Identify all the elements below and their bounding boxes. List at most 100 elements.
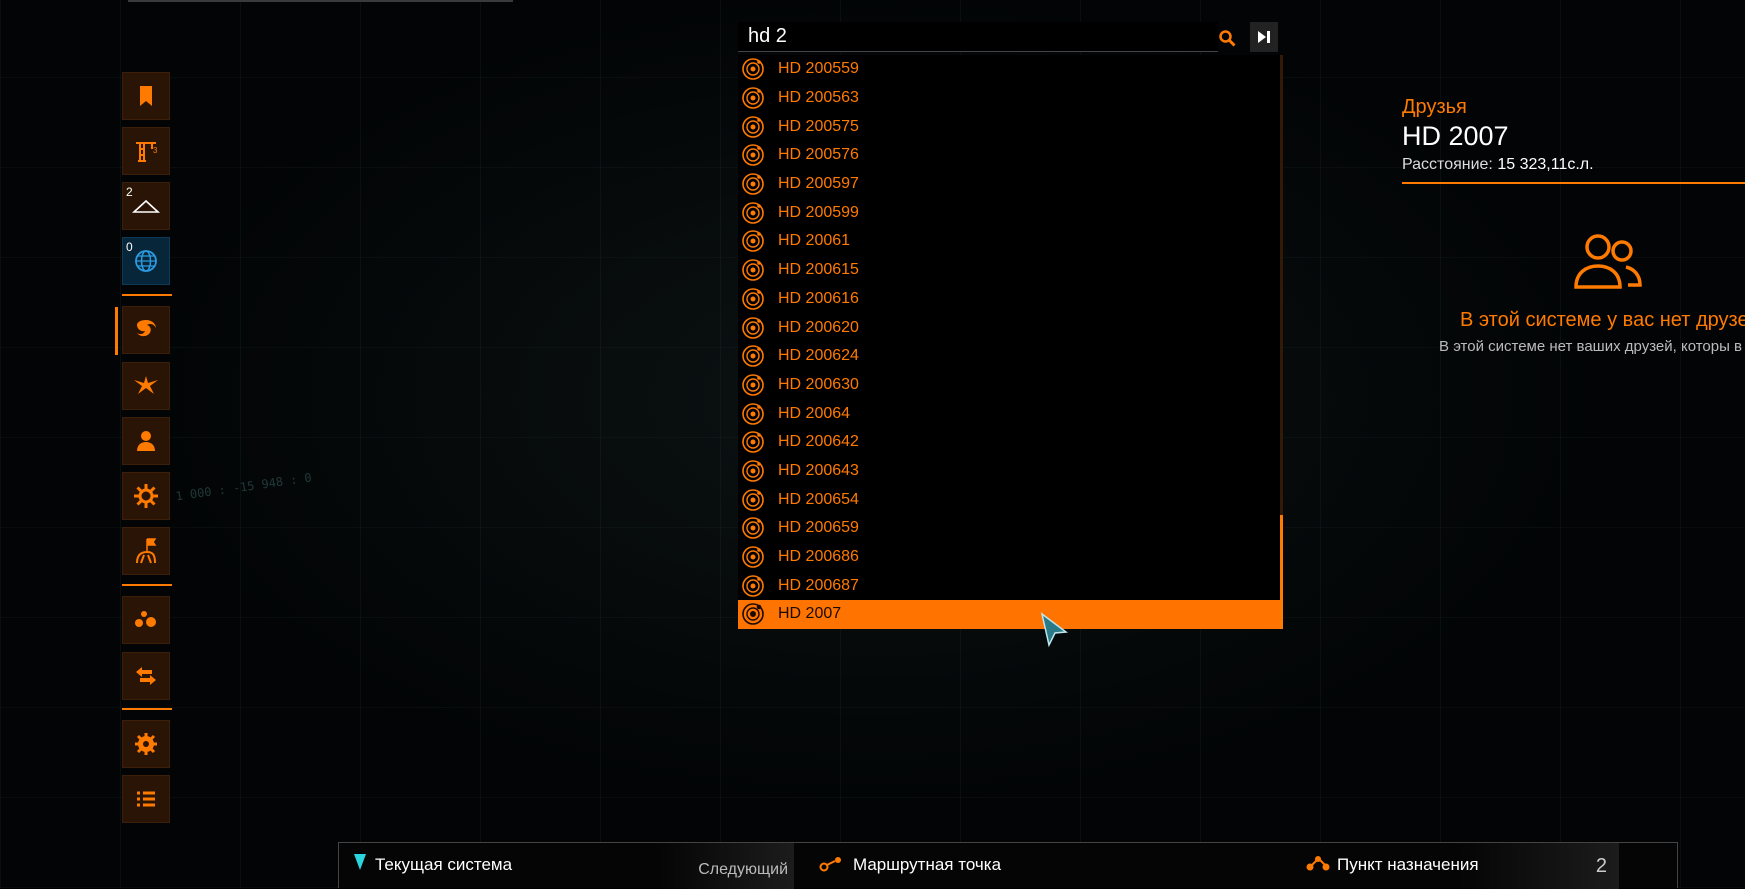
search-result-item[interactable]: HD 200686 <box>738 543 1280 572</box>
nav-list-button[interactable] <box>122 775 170 823</box>
search-result-item[interactable]: HD 200616 <box>738 285 1280 314</box>
no-friends-title: В этой системе у вас нет друзе <box>1460 309 1745 331</box>
search-result-item[interactable]: HD 200615 <box>738 256 1280 285</box>
search-button[interactable] <box>1214 25 1240 51</box>
search-result-item[interactable]: HD 200659 <box>738 514 1280 543</box>
star-system-icon <box>742 87 764 109</box>
search-result-label: HD 20061 <box>778 232 851 250</box>
search-result-label: HD 20064 <box>778 404 851 422</box>
nav-separator <box>122 584 172 586</box>
next-button[interactable]: Следующий <box>659 843 794 889</box>
star-system-icon <box>742 173 764 195</box>
search-result-label: HD 200616 <box>778 289 859 307</box>
next-label: Следующий <box>698 861 788 878</box>
search-result-item[interactable]: HD 200687 <box>738 571 1280 600</box>
search-result-item[interactable]: HD 200654 <box>738 485 1280 514</box>
search-result-item[interactable]: HD 200599 <box>738 198 1280 227</box>
wings-icon <box>134 376 158 394</box>
crane-icon: 3 <box>136 142 158 162</box>
search-result-selected[interactable]: HD 2007 <box>738 600 1280 629</box>
search-result-label: HD 200686 <box>778 548 859 566</box>
nav-powerplay-button[interactable] <box>122 362 170 410</box>
no-friends-text: В этой системе нет ваших друзей, которы … <box>1439 338 1745 355</box>
search-result-item[interactable]: HD 200563 <box>738 84 1280 113</box>
nav-transfer-button[interactable] <box>122 652 170 700</box>
star-system-icon <box>742 115 764 138</box>
list-icon <box>137 791 155 807</box>
star-system-icon <box>742 259 764 281</box>
nav-construction-button[interactable]: 3 <box>122 127 170 175</box>
search-result-label: HD 200559 <box>778 60 859 78</box>
nav-surface-button[interactable]: 2 <box>122 182 170 230</box>
route-count-box: 2 <box>1459 843 1619 889</box>
nav-station-button[interactable] <box>122 527 170 575</box>
star-system-icon <box>742 58 764 81</box>
search-result-item[interactable]: HD 200642 <box>738 428 1280 457</box>
nav-galaxy-map-button[interactable] <box>115 306 170 355</box>
waypoint-icon <box>819 857 841 872</box>
settings-icon <box>135 733 157 755</box>
current-system-label: Текущая система <box>375 855 513 874</box>
star-system-icon <box>742 316 764 339</box>
star-system-icon <box>742 460 764 482</box>
skip-to-end-button[interactable] <box>1250 22 1278 52</box>
search-result-label: HD 2007 <box>778 605 842 623</box>
search-result-label: HD 200687 <box>778 576 859 594</box>
search-result-item[interactable]: HD 200597 <box>738 170 1280 199</box>
dome-icon <box>131 199 161 213</box>
top-divider <box>128 0 513 2</box>
swap-arrows-icon <box>136 667 156 685</box>
destination-label: Пункт назначения <box>1337 855 1479 874</box>
mouse-cursor-icon <box>1040 612 1069 648</box>
system-search <box>738 22 1278 52</box>
distance-value: 15 323,11с.л. <box>1497 156 1594 173</box>
search-result-item[interactable]: HD 20061 <box>738 227 1280 256</box>
distance-label: Расстояние: <box>1402 156 1493 173</box>
panel-divider <box>1402 182 1745 184</box>
star-system-icon <box>742 288 764 310</box>
search-result-label: HD 200630 <box>778 375 859 393</box>
distance-row: Расстояние: 15 323,11с.л. <box>1402 156 1745 174</box>
search-results-list: HD 200559 HD 200563 HD 200575 HD 200576 HD 2… <box>738 55 1283 629</box>
nav-badge: 2 <box>126 185 133 199</box>
search-result-item[interactable]: HD 200559 <box>738 55 1280 84</box>
nav-bookmarks-button[interactable] <box>122 72 170 120</box>
search-result-item[interactable]: HD 20064 <box>738 399 1280 428</box>
panel-section-title: Друзья <box>1402 96 1467 118</box>
results-scrollbar-thumb[interactable] <box>1280 515 1283 629</box>
search-result-item[interactable]: HD 200643 <box>738 457 1280 486</box>
waypoint-label: Маршрутная точка <box>853 855 1002 874</box>
search-result-label: HD 200597 <box>778 175 859 193</box>
search-result-label: HD 200615 <box>778 261 859 279</box>
nav-settings-button[interactable] <box>122 720 170 768</box>
star-system-icon <box>742 488 764 511</box>
star-system-icon <box>742 230 764 253</box>
star-system-icon <box>742 144 764 167</box>
nav-separator <box>122 294 172 296</box>
nav-commander-button[interactable] <box>122 417 170 465</box>
friends-icon <box>1574 234 1642 289</box>
star-system-icon <box>742 201 764 224</box>
search-result-label: HD 200642 <box>778 433 859 451</box>
selected-system-name: HD 2007 <box>1402 121 1509 151</box>
search-result-item[interactable]: HD 200575 <box>738 112 1280 141</box>
person-icon <box>137 431 155 451</box>
search-result-label: HD 200643 <box>778 461 859 479</box>
current-system-icon <box>354 854 366 870</box>
search-result-item[interactable]: HD 200576 <box>738 141 1280 170</box>
search-result-label: HD 200575 <box>778 117 859 135</box>
star-system-icon <box>742 374 764 396</box>
galaxy-icon <box>137 320 156 337</box>
search-result-item[interactable]: HD 200624 <box>738 342 1280 371</box>
star-system-icon <box>742 574 764 597</box>
nav-badge: 0 <box>126 240 133 254</box>
nav-social-button[interactable] <box>122 596 170 644</box>
search-input[interactable] <box>738 22 1218 52</box>
search-result-item[interactable]: HD 200630 <box>738 371 1280 400</box>
globe-icon <box>135 250 157 272</box>
nav-engineering-button[interactable] <box>122 472 170 520</box>
route-count: 2 <box>1595 855 1607 877</box>
friends-icon-wrap <box>1570 231 1646 296</box>
nav-galaxy-filter-button[interactable]: 0 <box>122 237 170 285</box>
search-result-item[interactable]: HD 200620 <box>738 313 1280 342</box>
